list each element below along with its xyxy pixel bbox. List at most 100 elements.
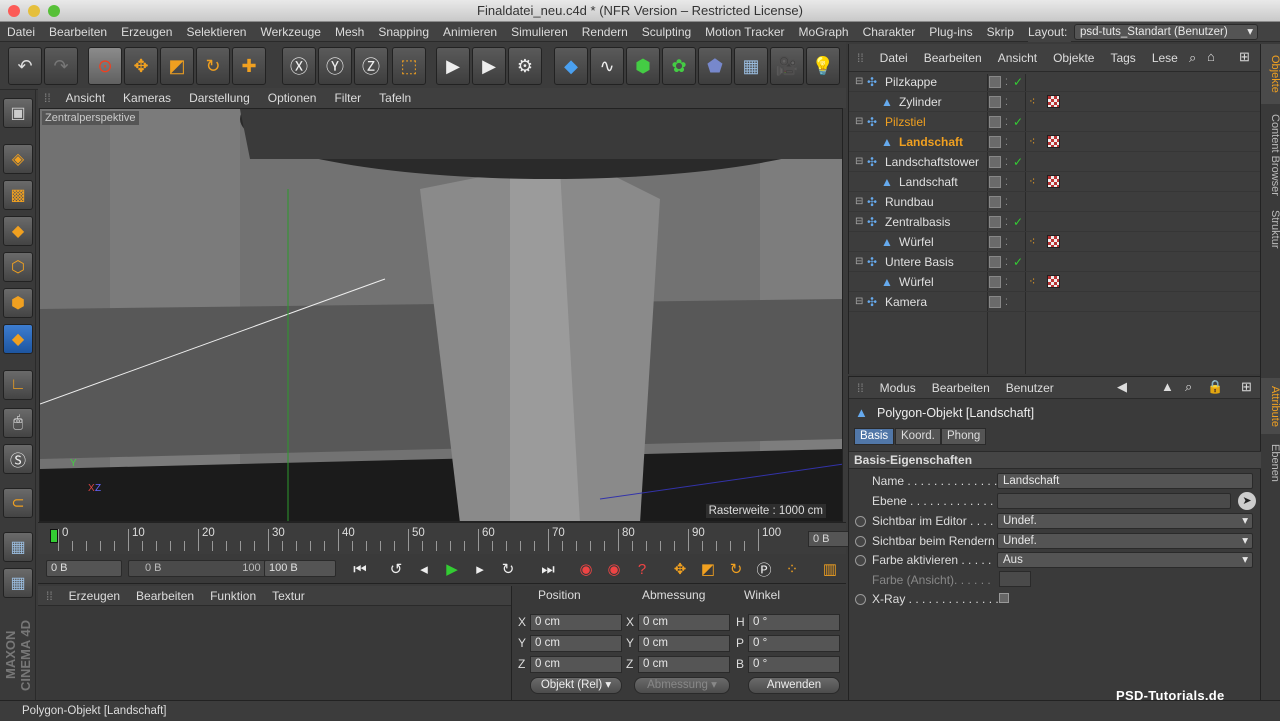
xray-radio[interactable] <box>855 594 866 605</box>
scale-tool-icon[interactable]: ◩ <box>160 47 194 85</box>
object-name[interactable]: Pilzkappe <box>885 72 937 92</box>
menu-item-10[interactable]: Sculpting <box>635 25 698 39</box>
viewport-menu-item-5[interactable]: Tafeln <box>370 91 420 105</box>
nurbs-icon[interactable]: ⬢ <box>626 47 660 85</box>
object-row[interactable]: ⊟ ✣ Zentralbasis ⁚ ✓ <box>849 212 1261 232</box>
cube-icon[interactable]: ◆ <box>554 47 588 85</box>
dots-icon[interactable]: ⁚ <box>1005 292 1008 312</box>
key-position-icon[interactable]: ✥ <box>668 558 692 580</box>
up-arrow-icon[interactable]: ▲ <box>1161 379 1174 394</box>
play-icon[interactable]: ▶ <box>440 558 464 580</box>
y-axis-lock-icon[interactable]: Ⓨ <box>318 47 352 85</box>
object-name[interactable]: Landschaft <box>899 132 963 152</box>
edge-mode-icon[interactable]: ⬢ <box>3 288 33 318</box>
move-tool-icon[interactable]: ✥ <box>124 47 158 85</box>
snapping-icon[interactable]: Ⓢ <box>3 444 33 474</box>
object-row[interactable]: ⊟ ✣ Pilzstiel ⁚ ✓ <box>849 112 1261 132</box>
render-view-icon[interactable]: ▶ <box>436 47 470 85</box>
timeline-ruler[interactable]: 0 10 20 30 40 50 60 70 80 90 100 <box>48 527 781 551</box>
go-to-end-icon[interactable]: ⏭ <box>536 558 560 580</box>
expand-icon[interactable]: ⊟ <box>855 292 863 312</box>
apply-button[interactable]: Anwenden <box>748 677 840 694</box>
menu-item-1[interactable]: Bearbeiten <box>42 25 114 39</box>
tab-basis[interactable]: Basis <box>854 428 895 445</box>
workplane-icon[interactable]: ◆ <box>3 216 33 246</box>
object-name[interactable]: Landschaftstower <box>885 152 979 172</box>
object-menu-item-2[interactable]: Ansicht <box>990 51 1045 65</box>
expand-icon[interactable]: ⊟ <box>855 112 863 132</box>
object-row[interactable]: ⊟ ✣ Pilzkappe ⁚ ✓ <box>849 72 1261 92</box>
minimize-window-button[interactable] <box>28 5 40 17</box>
record-icon[interactable]: ◉ <box>574 558 598 580</box>
object-menu-item-1[interactable]: Bearbeiten <box>916 51 990 65</box>
object-row[interactable]: ⊟ ✣ Landschaftstower ⁚ ✓ <box>849 152 1261 172</box>
next-key-icon[interactable]: ↻ <box>496 558 520 580</box>
menu-item-12[interactable]: MoGraph <box>792 25 856 39</box>
back-arrow-icon[interactable]: ◀ <box>1117 379 1127 395</box>
viewport[interactable]: Y X Z Zentralperspektive Rasterweite : 1… <box>39 108 843 522</box>
visibility-toggle[interactable] <box>989 196 1001 208</box>
polygon-mode-icon[interactable]: ◆ <box>3 324 33 354</box>
visibility-toggle[interactable] <box>989 176 1001 188</box>
end-frame-field[interactable]: 100 B <box>264 560 336 577</box>
name-field[interactable]: Landschaft <box>997 473 1253 489</box>
object-row[interactable]: ▲ Landschaft ⁚ ⁖ <box>849 132 1261 152</box>
side-tab-0[interactable]: Objekte <box>1261 44 1280 104</box>
object-row[interactable]: ▲ Würfel ⁚ ⁖ <box>849 272 1261 292</box>
previous-frame-icon[interactable]: ◂ <box>412 558 436 580</box>
texture-mode-icon[interactable]: ▩ <box>3 180 33 210</box>
menu-item-9[interactable]: Rendern <box>575 25 635 39</box>
material-tag-icon[interactable] <box>1047 175 1060 188</box>
z-axis-lock-icon[interactable]: Ⓩ <box>354 47 388 85</box>
dots-icon[interactable]: ⁚ <box>1005 112 1008 132</box>
viewport-menu-item-1[interactable]: Kameras <box>114 91 180 105</box>
search-icon[interactable]: ⌕ <box>1189 50 1196 66</box>
deformer-icon[interactable]: ⬟ <box>698 47 732 85</box>
viewport-menu-item-0[interactable]: Ansicht <box>57 91 114 105</box>
camera-icon[interactable]: 🎥 <box>770 47 804 85</box>
tab-phong[interactable]: Phong <box>941 428 987 445</box>
expand-icon[interactable]: ⊟ <box>855 72 863 92</box>
menu-item-6[interactable]: Snapping <box>371 25 436 39</box>
object-menu-item-0[interactable]: Datei <box>872 51 916 65</box>
attribute-menu-item-0[interactable]: Modus <box>872 381 924 395</box>
expand-icon[interactable]: ⊟ <box>855 152 863 172</box>
rotation-field[interactable]: 0 ° <box>748 614 840 631</box>
material-tag-icon[interactable] <box>1047 95 1060 108</box>
object-row[interactable]: ▲ Landschaft ⁚ ⁖ <box>849 172 1261 192</box>
viewport-menu-item-4[interactable]: Filter <box>325 91 370 105</box>
layout-select[interactable]: psd-tuts_Standart (Benutzer) ▾ <box>1074 24 1258 40</box>
menu-item-0[interactable]: Datei <box>0 25 42 39</box>
workplane-grid-icon[interactable]: ▦ <box>3 532 33 562</box>
expand-icon[interactable]: ⊟ <box>855 192 863 212</box>
visibility-toggle[interactable] <box>989 296 1001 308</box>
side-tab-4[interactable]: Ebenen <box>1261 438 1280 488</box>
visibility-toggle[interactable] <box>989 116 1001 128</box>
viewport-menu-item-3[interactable]: Optionen <box>259 91 326 105</box>
make-editable-icon[interactable]: ▣ <box>3 98 33 128</box>
visibility-toggle[interactable] <box>989 156 1001 168</box>
menu-item-4[interactable]: Werkzeuge <box>253 25 327 39</box>
material-menu-item-1[interactable]: Bearbeiten <box>128 589 202 603</box>
material-tag-icon[interactable] <box>1047 135 1060 148</box>
object-row[interactable]: ▲ Würfel ⁚ ⁖ <box>849 232 1261 252</box>
object-name[interactable]: Pilzstiel <box>885 112 926 132</box>
side-tab-1[interactable]: Content Browser <box>1261 110 1280 200</box>
axis-mode-icon[interactable]: ∟ <box>3 370 33 400</box>
visibility-toggle[interactable] <box>989 216 1001 228</box>
timeline-window-icon[interactable]: ▥ <box>818 558 842 580</box>
position-field[interactable]: 0 cm <box>530 614 622 631</box>
dots-icon[interactable]: ⁚ <box>1005 132 1008 152</box>
home-icon[interactable]: ⌂ <box>1207 49 1215 64</box>
phong-tag-icon[interactable]: ⁖ <box>1029 92 1035 112</box>
lock-icon[interactable]: 🔒 <box>1207 379 1223 395</box>
menu-item-11[interactable]: Motion Tracker <box>698 25 791 39</box>
go-to-start-icon[interactable]: ⏮ <box>348 558 372 580</box>
dots-icon[interactable]: ⁚ <box>1005 92 1008 112</box>
object-menu-item-4[interactable]: Tags <box>1102 51 1143 65</box>
menu-item-2[interactable]: Erzeugen <box>114 25 179 39</box>
new-window-icon[interactable]: ⊞ <box>1241 379 1252 395</box>
coordinate-mode-select[interactable]: Objekt (Rel) ▾ <box>530 677 622 694</box>
check-icon[interactable]: ✓ <box>1013 152 1023 172</box>
material-menu-item-0[interactable]: Erzeugen <box>61 589 128 603</box>
